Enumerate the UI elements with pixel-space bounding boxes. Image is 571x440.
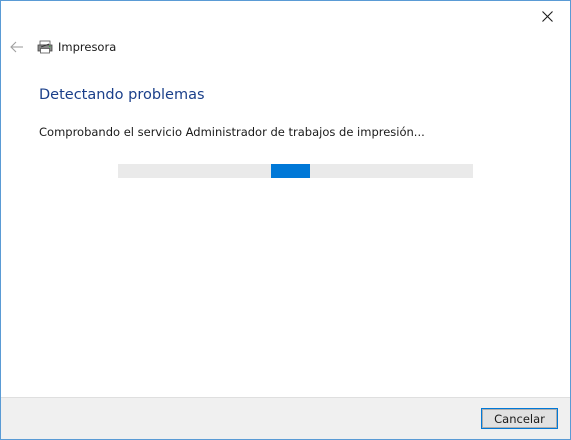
close-button[interactable] [524,1,570,31]
back-button[interactable] [7,37,27,57]
window-header: Impresora [7,37,116,57]
printer-icon [37,39,53,55]
footer-bar: Cancelar [1,397,570,439]
page-heading: Detectando problemas [39,87,205,103]
cancel-button[interactable]: Cancelar [481,408,558,429]
close-icon [541,10,553,22]
status-message: Comprobando el servicio Administrador de… [39,125,425,139]
troubleshooter-window: Impresora Detectando problemas Comproban… [0,0,571,440]
window-title: Impresora [58,40,117,54]
back-arrow-icon [10,41,23,53]
progress-indicator [271,164,310,178]
progress-bar [118,164,473,178]
